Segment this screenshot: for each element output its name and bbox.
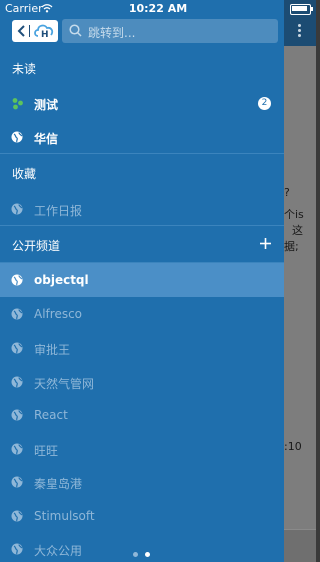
channel-label: 华信	[34, 132, 59, 146]
search-placeholder: 跳转到...	[88, 26, 136, 40]
channel-item-shenpiwang[interactable]: 审批王	[0, 331, 284, 365]
background-text: 据;	[284, 240, 299, 253]
background-text: 这	[292, 224, 303, 237]
globe-icon	[11, 308, 23, 320]
globe-icon	[11, 203, 23, 215]
globe-icon	[11, 409, 23, 421]
channel-item-ceshi[interactable]: 测试 2	[0, 86, 284, 120]
channel-item-objectql[interactable]: objectql	[0, 263, 284, 297]
add-channel-plus-icon[interactable]	[259, 237, 272, 250]
globe-icon	[11, 274, 23, 286]
background-text: 个is	[284, 208, 304, 221]
channel-item-gongzuoribao[interactable]: 工作日报	[0, 192, 284, 226]
channel-label: Alfresco	[34, 307, 83, 321]
channel-item-react[interactable]: React	[0, 398, 284, 432]
svg-text:H: H	[41, 30, 49, 40]
clock: 10:22 AM	[128, 2, 188, 15]
search-icon	[69, 24, 82, 37]
presence-group-icon	[12, 98, 23, 110]
channel-label: Stimulsoft	[34, 509, 95, 523]
channel-label: 测试	[34, 98, 59, 112]
section-title: 公开频道	[12, 239, 61, 253]
globe-icon	[11, 476, 23, 488]
channel-drawer: H 跳转到... 未读 测试 2 华信 收藏 工作日报 公开频道 objectq…	[0, 0, 284, 562]
page-dot	[133, 552, 138, 557]
logo-divider	[29, 25, 30, 37]
channel-label: 大众公用	[34, 544, 83, 558]
section-header-unread: 未读	[0, 50, 284, 84]
status-bar: Carrier 10:22 AM	[0, 0, 316, 18]
channel-label: objectql	[34, 273, 89, 287]
globe-icon	[11, 131, 23, 143]
channel-item-tianranqiguanwang[interactable]: 天然气管网	[0, 365, 284, 399]
channel-item-qinhuangdaogang[interactable]: 秦皇岛港	[0, 465, 284, 499]
page-indicator[interactable]	[133, 542, 157, 561]
channel-item-huaxin[interactable]: 华信	[0, 120, 284, 154]
app-logo[interactable]: H	[12, 20, 58, 42]
channel-item-alfresco[interactable]: Alfresco	[0, 297, 284, 331]
kebab-menu-icon	[298, 24, 302, 39]
globe-icon	[11, 510, 23, 522]
search-input[interactable]: 跳转到...	[62, 19, 278, 43]
section-header-favorites: 收藏	[0, 155, 284, 189]
channel-label: React	[34, 408, 68, 422]
section-header-public-channels: 公开频道	[0, 227, 284, 261]
section-divider	[0, 225, 284, 226]
background-app-overlay[interactable]: ? 个is 这 据; :10	[284, 0, 316, 562]
unread-badge: 2	[258, 97, 271, 110]
page-dot-active	[145, 552, 150, 557]
drawer-header: H 跳转到...	[0, 18, 284, 46]
section-divider	[0, 153, 284, 154]
channel-label: 秦皇岛港	[34, 477, 83, 491]
back-chevron-icon	[17, 25, 25, 37]
globe-icon	[11, 543, 23, 555]
channel-label: 旺旺	[34, 444, 59, 458]
background-composer	[284, 529, 316, 562]
background-text: :10	[284, 440, 302, 453]
section-title: 未读	[12, 62, 37, 76]
channel-label: 天然气管网	[34, 377, 95, 391]
background-text: ?	[284, 186, 290, 199]
globe-icon	[11, 443, 23, 455]
channel-item-wangwang[interactable]: 旺旺	[0, 432, 284, 466]
section-title: 收藏	[12, 167, 37, 181]
globe-icon	[11, 376, 23, 388]
channel-label: 工作日报	[34, 204, 83, 218]
channel-label: 审批王	[34, 343, 71, 357]
globe-icon	[11, 342, 23, 354]
battery-icon	[290, 4, 313, 15]
channel-item-stimulsoft[interactable]: Stimulsoft	[0, 499, 284, 533]
cloud-logo-icon: H	[34, 24, 54, 40]
